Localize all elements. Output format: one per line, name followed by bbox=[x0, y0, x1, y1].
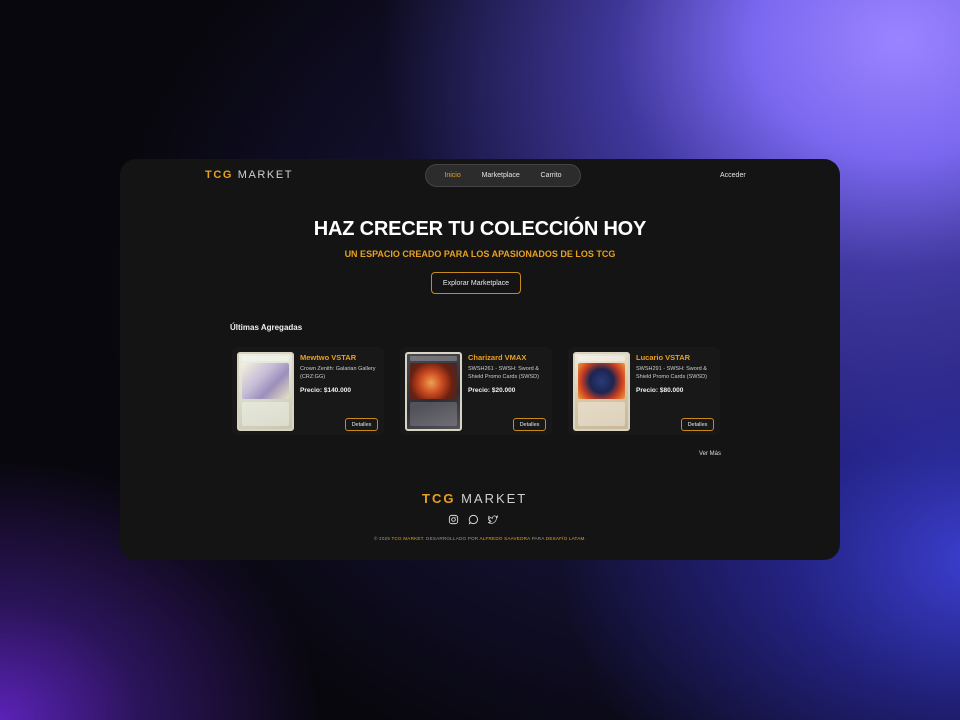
card-price: Precio: $20.000 bbox=[468, 387, 516, 394]
card-name[interactable]: Mewtwo VSTAR bbox=[300, 353, 356, 362]
explore-marketplace-button[interactable]: Explorar Marketplace bbox=[431, 272, 521, 294]
twitter-icon[interactable] bbox=[488, 514, 499, 525]
app-window: TCG MARKET Inicio Marketplace Carrito Ac… bbox=[120, 159, 840, 560]
social-links bbox=[448, 514, 499, 525]
product-card[interactable]: Mewtwo VSTAR Crown Zenith: Galarian Gall… bbox=[232, 347, 384, 435]
logo-market: MARKET bbox=[237, 169, 294, 181]
card-set: Crown Zenith: Galarian Gallery (CRZ:GG) bbox=[300, 366, 376, 380]
card-set: SWSH261 - SWSH: Sword & Shield Promo Car… bbox=[468, 366, 539, 380]
details-button[interactable]: Detalles bbox=[681, 418, 714, 431]
main-nav: Inicio Marketplace Carrito bbox=[425, 164, 581, 187]
copyright-brand[interactable]: TCG MARKET bbox=[392, 536, 424, 541]
copyright-developed-by: . DESARROLLADO POR bbox=[423, 536, 479, 541]
footer-logo-market: MARKET bbox=[461, 491, 528, 506]
nav-carrito[interactable]: Carrito bbox=[541, 172, 562, 179]
card-name[interactable]: Charizard VMAX bbox=[468, 353, 526, 362]
copyright-org[interactable]: DESAFÍO LATAM bbox=[546, 536, 585, 541]
hero-subtitle: UN ESPACIO CREADO PARA LOS APASIONADOS D… bbox=[344, 249, 616, 259]
copyright-author[interactable]: ALFREDO SAAVEDRA bbox=[480, 536, 531, 541]
card-set: SWSH291 - SWSH: Sword & Shield Promo Car… bbox=[636, 366, 707, 380]
product-card[interactable]: Lucario VSTAR SWSH291 - SWSH: Sword & Sh… bbox=[568, 347, 720, 435]
card-image-lucario[interactable] bbox=[573, 352, 630, 431]
copyright-year: © 2025 bbox=[374, 536, 391, 541]
card-price: Precio: $80.000 bbox=[636, 387, 684, 394]
see-more-link[interactable]: Ver Más bbox=[699, 451, 721, 457]
nav-marketplace[interactable]: Marketplace bbox=[482, 172, 520, 179]
copyright-para: PARA bbox=[531, 536, 545, 541]
latest-section-title: Últimas Agregadas bbox=[230, 323, 303, 332]
copyright-end: . bbox=[584, 536, 586, 541]
header-logo[interactable]: TCG MARKET bbox=[205, 169, 293, 181]
nav-inicio[interactable]: Inicio bbox=[444, 172, 460, 179]
whatsapp-icon[interactable] bbox=[468, 514, 479, 525]
login-link[interactable]: Acceder bbox=[720, 172, 746, 179]
logo-tcg: TCG bbox=[205, 169, 234, 181]
copyright: © 2025 TCG MARKET. DESARROLLADO POR ALFR… bbox=[120, 536, 840, 541]
card-image-charizard[interactable] bbox=[405, 352, 462, 431]
card-image-mewtwo[interactable] bbox=[237, 352, 294, 431]
details-button[interactable]: Detalles bbox=[513, 418, 546, 431]
card-name[interactable]: Lucario VSTAR bbox=[636, 353, 690, 362]
hero-title: HAZ CRECER TU COLECCIÓN HOY bbox=[313, 218, 647, 240]
card-price: Precio: $140.000 bbox=[300, 387, 351, 394]
instagram-icon[interactable] bbox=[448, 514, 459, 525]
product-card[interactable]: Charizard VMAX SWSH261 - SWSH: Sword & S… bbox=[400, 347, 552, 435]
footer-logo-tcg: TCG bbox=[422, 491, 456, 506]
details-button[interactable]: Detalles bbox=[345, 418, 378, 431]
footer-logo[interactable]: TCG MARKET bbox=[422, 491, 527, 506]
